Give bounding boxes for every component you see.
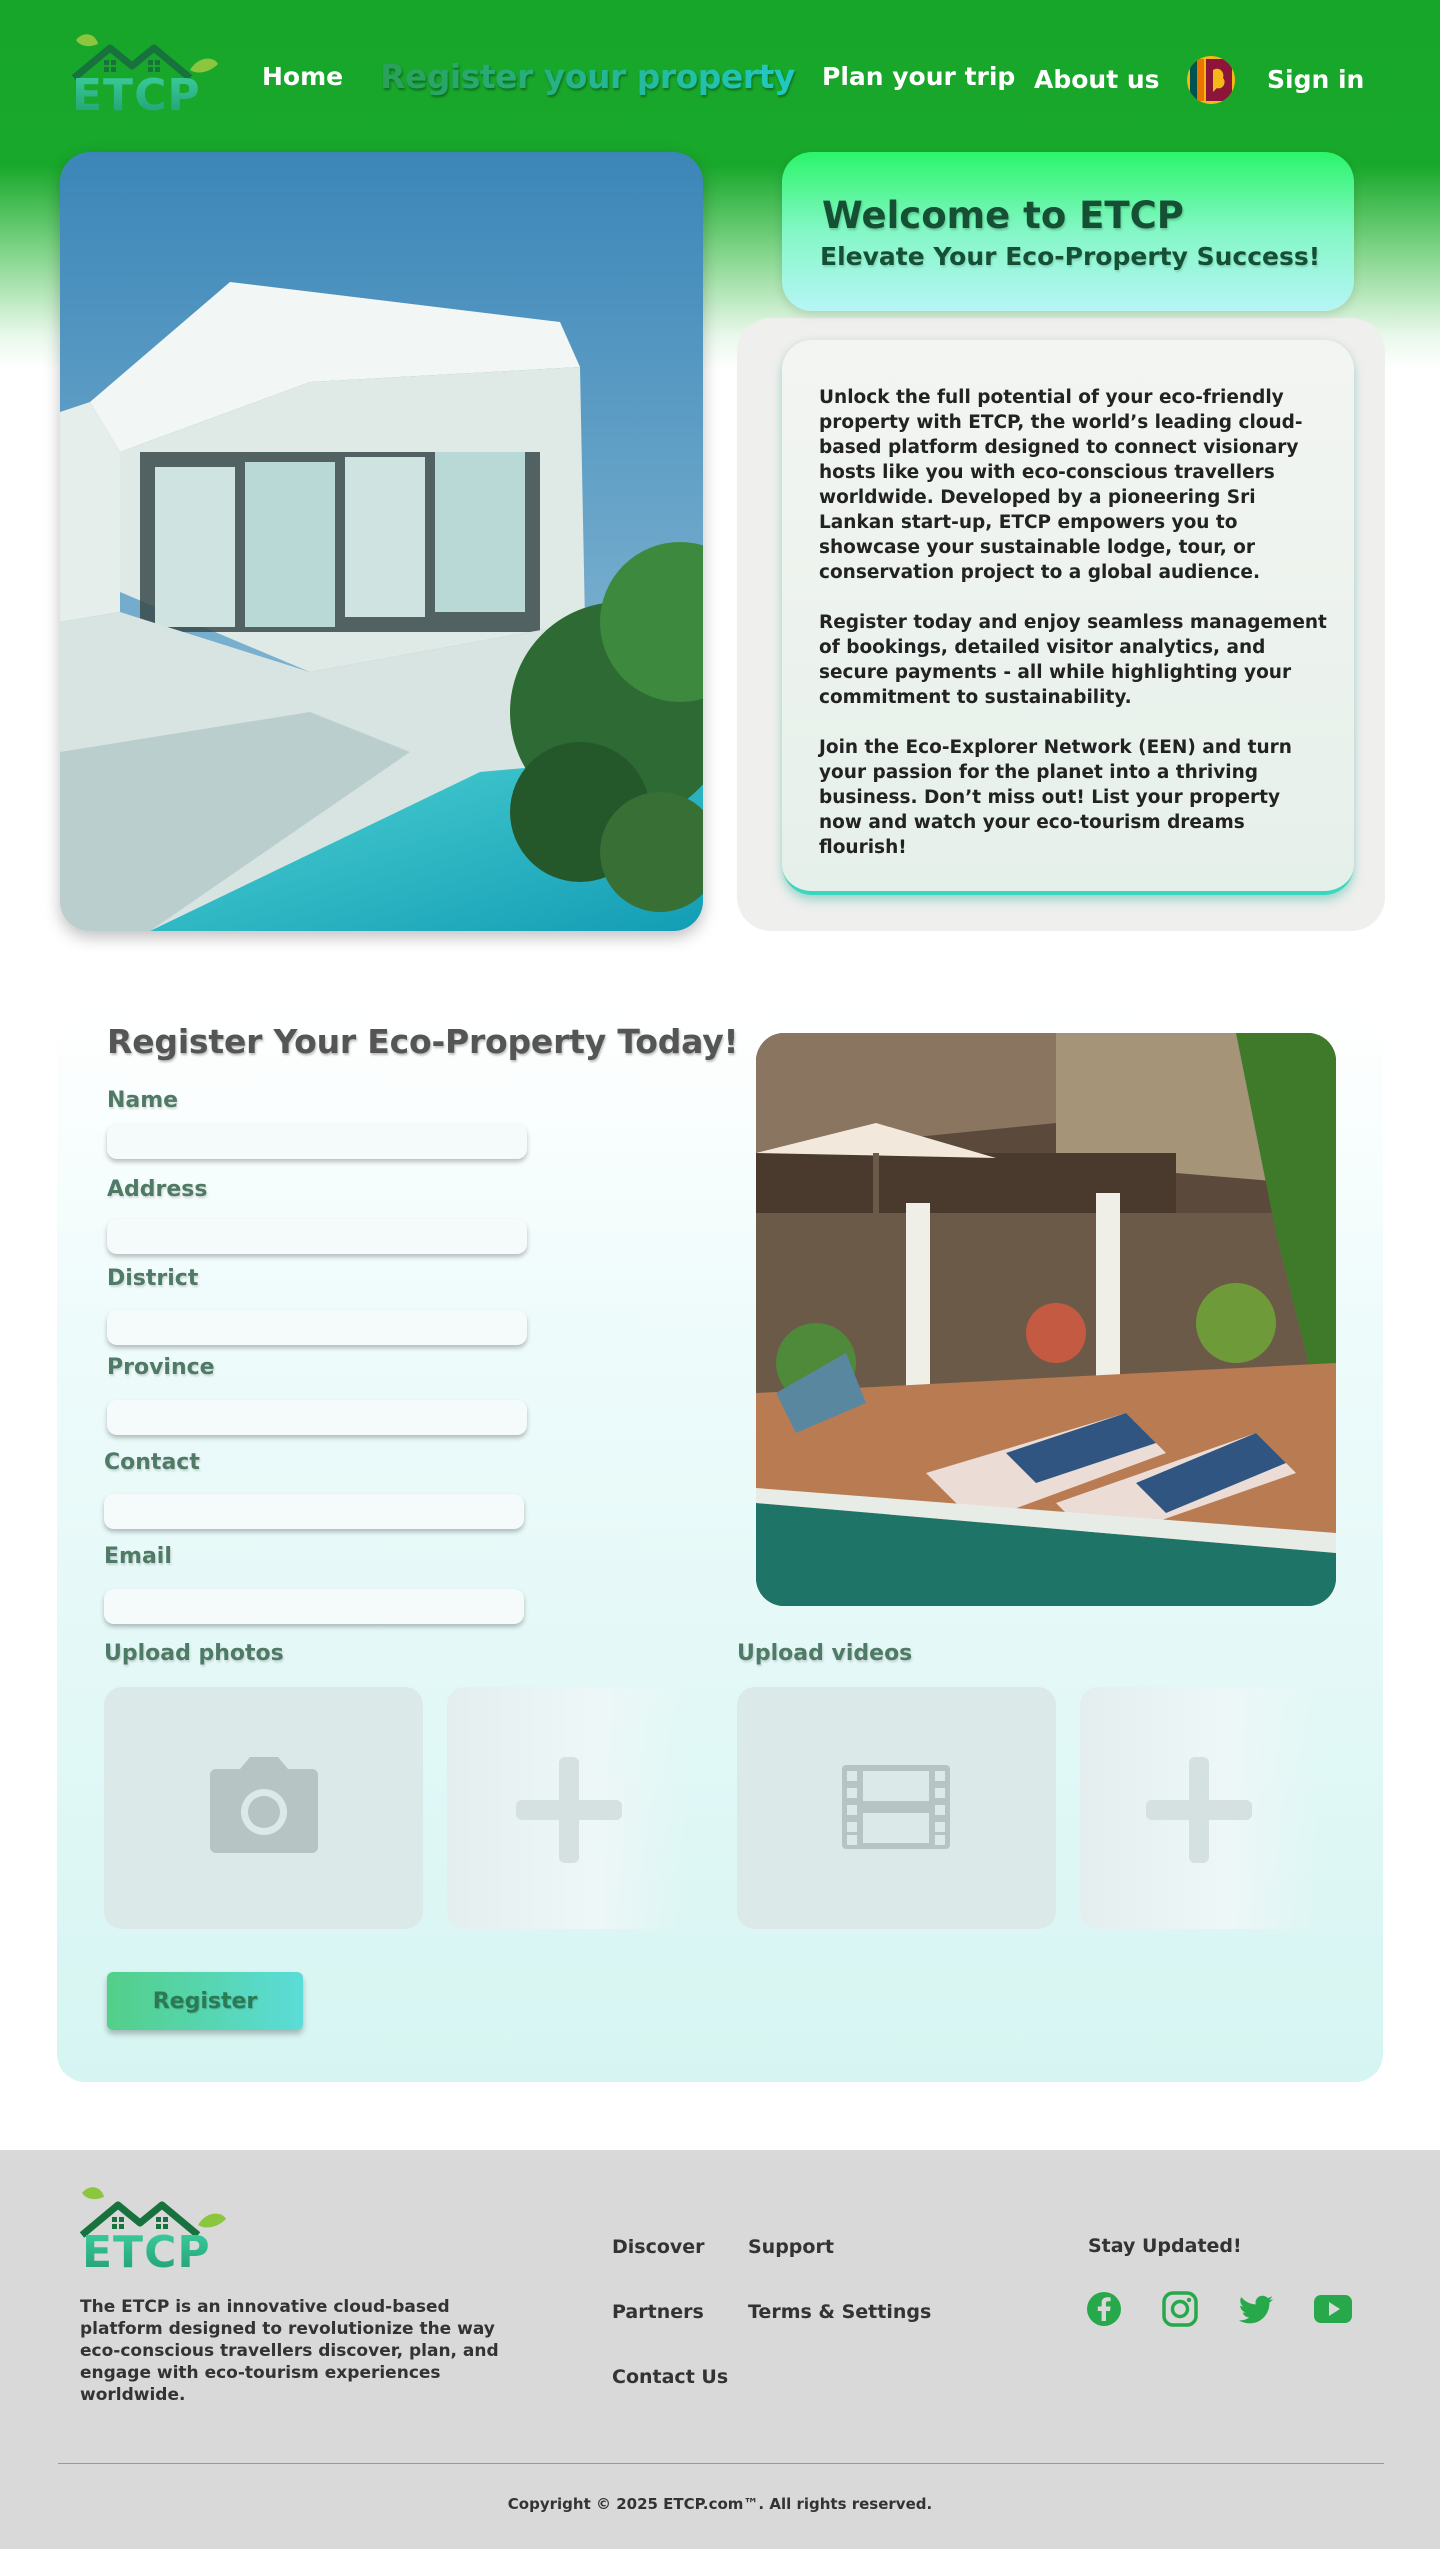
video-upload-box[interactable] [737, 1687, 1056, 1929]
contact-field[interactable] [104, 1494, 524, 1529]
footer-divider [58, 2463, 1384, 2464]
stay-updated-heading: Stay Updated! [1088, 2235, 1242, 2257]
youtube-icon[interactable] [1313, 2290, 1352, 2328]
nav-plan-trip-link[interactable]: Plan your trip [822, 62, 1015, 91]
twitter-icon[interactable] [1237, 2290, 1275, 2328]
welcome-title: Welcome to ETCP [822, 194, 1184, 237]
footer-logo-text: ETCP [82, 2227, 211, 2278]
add-video-button[interactable] [1080, 1687, 1320, 1929]
contact-label: Contact [104, 1450, 200, 1475]
intro-info-card: Unlock the full potential of your eco-fr… [782, 340, 1354, 895]
footer-link-discover[interactable]: Discover [612, 2236, 705, 2258]
sri-lanka-flag-icon[interactable] [1187, 56, 1235, 104]
copyright-text: Copyright © 2025 ETCP.com™. All rights r… [507, 2495, 933, 2513]
registration-title: Register Your Eco-Property Today! [107, 1022, 739, 1061]
welcome-card: Welcome to ETCP Elevate Your Eco-Propert… [782, 152, 1354, 311]
etcp-logo[interactable]: ETCP [70, 30, 220, 122]
nav-about-link[interactable]: About us [1034, 65, 1160, 94]
photo-upload-box[interactable] [104, 1687, 423, 1929]
top-navigation: ETCP Home Register your property Plan yo… [0, 0, 1440, 150]
intro-paragraph: Register today and enjoy seamless manage… [819, 612, 1327, 708]
address-label: Address [107, 1177, 208, 1202]
upload-photos-label: Upload photos [104, 1641, 284, 1666]
camera-icon [210, 1757, 318, 1853]
plus-icon [1146, 1757, 1252, 1863]
footer-link-terms[interactable]: Terms & Settings [748, 2301, 931, 2323]
email-field[interactable] [104, 1589, 524, 1624]
district-label: District [107, 1266, 199, 1291]
logo-text: ETCP [72, 70, 201, 121]
footer-link-contact[interactable]: Contact Us [612, 2366, 728, 2388]
province-field[interactable] [107, 1400, 527, 1435]
email-label: Email [104, 1544, 172, 1569]
intro-text: Unlock the full potential of your eco-fr… [819, 385, 1329, 885]
name-field[interactable] [107, 1124, 527, 1159]
facebook-icon[interactable] [1085, 2290, 1123, 2328]
intro-paragraph: Join the Eco-Explorer Network (EEN) and … [819, 737, 1292, 858]
name-label: Name [107, 1088, 179, 1113]
footer-link-support[interactable]: Support [748, 2236, 834, 2258]
footer-link-partners[interactable]: Partners [612, 2301, 704, 2323]
hero-villa-image [60, 152, 703, 931]
footer-description: The ETCP is an innovative cloud-based pl… [80, 2297, 499, 2405]
nav-home-link[interactable]: Home [262, 62, 343, 91]
intro-paragraph: Unlock the full potential of your eco-fr… [819, 387, 1303, 583]
film-icon [842, 1765, 950, 1849]
welcome-subtitle: Elevate Your Eco-Property Success! [820, 242, 1321, 271]
sign-in-link[interactable]: Sign in [1267, 65, 1364, 94]
instagram-icon[interactable] [1161, 2290, 1199, 2328]
footer-etcp-logo[interactable]: ETCP [79, 2185, 230, 2278]
province-label: Province [107, 1355, 215, 1380]
add-photo-button[interactable] [447, 1687, 687, 1929]
register-button[interactable]: Register [107, 1972, 303, 2030]
resort-poolside-image [756, 1033, 1336, 1606]
upload-videos-label: Upload videos [737, 1641, 913, 1666]
district-field[interactable] [107, 1310, 527, 1345]
plus-icon [516, 1757, 622, 1863]
nav-register-property-link[interactable]: Register your property [380, 57, 795, 96]
address-field[interactable] [107, 1219, 527, 1254]
